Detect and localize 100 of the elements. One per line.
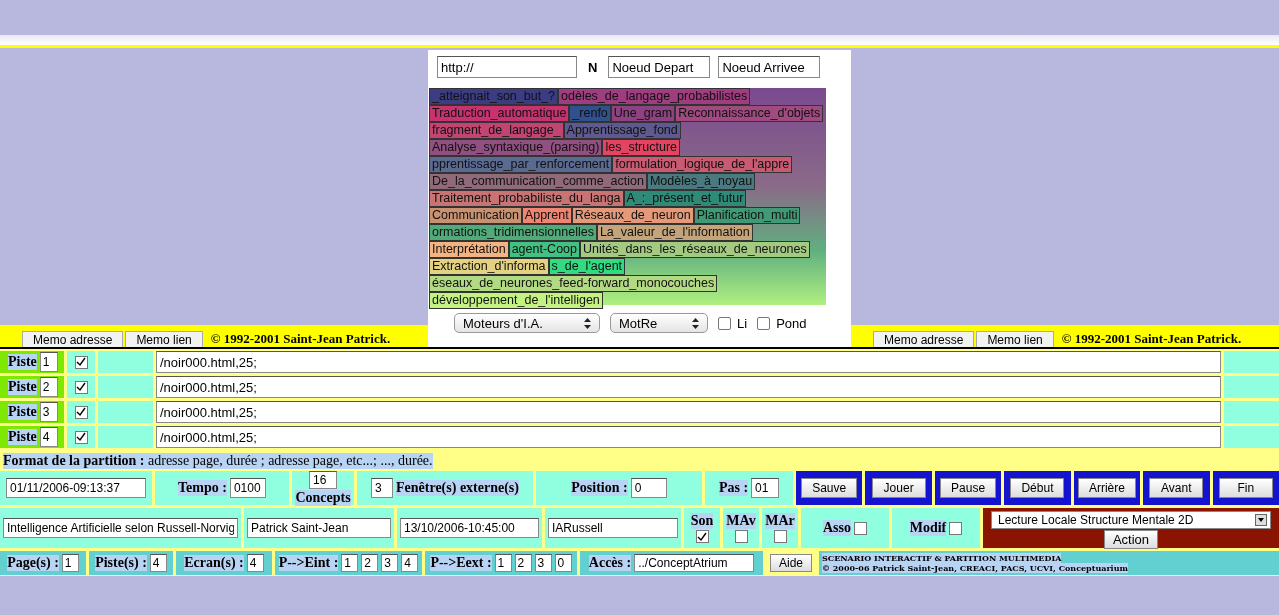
checkbox[interactable]	[773, 530, 787, 543]
windows-field[interactable]: 3	[371, 478, 393, 498]
count-field[interactable]: 1	[341, 554, 359, 572]
checkbox[interactable]	[74, 380, 88, 394]
concept-node[interactable]: fragment_de_langage_	[429, 122, 564, 139]
checkbox[interactable]	[734, 530, 748, 543]
concept-node[interactable]: Apprent	[521, 207, 572, 224]
access-field[interactable]: ../ConceptAtrium	[634, 554, 755, 572]
checkbox[interactable]	[757, 316, 771, 330]
playback-button[interactable]: Pause	[940, 478, 997, 498]
empty-cell	[98, 426, 153, 448]
step-field[interactable]: 01	[751, 478, 780, 498]
format-note: Format de la partition : adresse page, durée ; adresse page, etc...; ..., durée.	[3, 453, 433, 469]
checkbox-label: Pond	[776, 315, 807, 331]
memo-button[interactable]: Memo adresse	[873, 331, 975, 347]
track-field[interactable]: /noir000.html,25;	[156, 426, 1221, 448]
concept-node[interactable]: Planification_multi	[693, 207, 801, 224]
engine-dropdown[interactable]: Moteurs d'I.A.	[454, 313, 600, 333]
playback-button[interactable]: Jouer	[871, 478, 926, 498]
concept-node[interactable]: Extraction_d'informa	[429, 258, 549, 275]
url-field[interactable]: http://	[437, 56, 577, 78]
concept-node[interactable]: Modèles_à_noyau	[646, 173, 756, 190]
track-field[interactable]: /noir000.html,25;	[156, 351, 1221, 373]
help-button[interactable]: Aide	[770, 554, 812, 572]
count-field[interactable]: 2	[361, 554, 379, 572]
concept-node[interactable]: La_valeur_de_l'information	[596, 224, 753, 241]
concept-node[interactable]: Réseaux_de_neuron	[571, 207, 694, 224]
concept-node[interactable]: Communication	[429, 207, 522, 224]
copyright-text: © 1992-2001 Saint-Jean Patrick.	[210, 331, 391, 347]
n-label: N	[588, 59, 598, 75]
count-field[interactable]: 4	[401, 554, 419, 572]
count-field[interactable]: 2	[514, 554, 532, 572]
date-field[interactable]: 01/11/2006-09:13:37	[6, 478, 146, 498]
track-number-field[interactable]: 2	[39, 377, 58, 397]
playback-button[interactable]: Début	[1010, 478, 1065, 498]
count-field[interactable]: 4	[246, 554, 264, 572]
count-field[interactable]: 1	[494, 554, 512, 572]
track-label: Piste	[8, 379, 37, 395]
concept-node[interactable]: les_structure	[602, 139, 681, 156]
credits-text: SCENARIO INTERACTIF & PARTITION MULTIMEDIA	[822, 553, 1062, 563]
count-field[interactable]: 1	[61, 554, 79, 572]
concept-node[interactable]: éseaux_de_neurones_feed-forward_monocouches	[429, 275, 718, 292]
concept-node[interactable]: A_:_présent_et_futur	[623, 190, 747, 207]
start-node-field[interactable]: Noeud Depart	[608, 56, 711, 78]
track-number-field[interactable]: 4	[39, 427, 58, 447]
info-field[interactable]: Intelligence Artificielle selon Russell-Norvig	[3, 518, 238, 538]
copyright-text: © 1992-2001 Saint-Jean Patrick.	[1061, 331, 1242, 347]
count-field[interactable]: 0	[554, 554, 572, 572]
toggle-label: MAv	[726, 513, 756, 529]
info-field[interactable]: 13/10/2006-10:45:00	[400, 518, 539, 538]
empty-cell	[1224, 426, 1279, 448]
memo-button[interactable]: Memo lien	[125, 331, 203, 347]
count-field[interactable]: 4	[149, 554, 167, 572]
track-field[interactable]: /noir000.html,25;	[156, 376, 1221, 398]
access-label: Accès :	[588, 555, 632, 571]
checkbox[interactable]	[718, 316, 731, 330]
tempo-field[interactable]: 0100	[229, 478, 266, 498]
checkbox[interactable]	[74, 355, 88, 369]
info-field[interactable]: Patrick Saint-Jean	[247, 518, 391, 538]
memo-button[interactable]: Memo lien	[976, 331, 1054, 347]
playback-button[interactable]: Fin	[1218, 478, 1273, 498]
concept-node[interactable]: formulation_logique_de_l'appre	[612, 156, 793, 173]
count-field[interactable]: 3	[381, 554, 399, 572]
memo-button[interactable]: Memo adresse	[22, 331, 124, 347]
concept-node[interactable]: pprentissage_par_renforcement	[429, 156, 613, 173]
count-label: Page(s) :	[7, 555, 59, 571]
concept-node[interactable]: ormations_tridimensionnelles	[429, 224, 597, 241]
playback-button[interactable]: Sauve	[801, 478, 858, 498]
info-field[interactable]: IARussell	[548, 518, 678, 538]
windows-label: Fenêtre(s) externe(s)	[396, 480, 519, 496]
track-number-field[interactable]: 3	[39, 402, 58, 422]
empty-cell	[1224, 401, 1279, 423]
toggle-label: Modif	[909, 520, 947, 536]
count-field[interactable]: 3	[534, 554, 552, 572]
playback-button[interactable]: Avant	[1149, 478, 1204, 498]
action-dropdown[interactable]: Lecture Locale Structure Mentale 2D	[991, 510, 1271, 529]
position-field[interactable]: 0	[630, 478, 667, 498]
concept-node[interactable]: De_la_communication_comme_action	[429, 173, 647, 190]
track-number-field[interactable]: 1	[39, 352, 58, 372]
mode-dropdown[interactable]: MotRe	[610, 313, 708, 333]
checkbox[interactable]	[695, 530, 709, 543]
concepts-field[interactable]: 16	[309, 470, 337, 489]
track-field[interactable]: /noir000.html,25;	[156, 401, 1221, 423]
concept-node[interactable]: Unités_dans_les_réseaux_de_neurones	[580, 241, 810, 258]
playback-button[interactable]: Arrière	[1077, 478, 1136, 498]
checkbox[interactable]	[74, 430, 88, 444]
concept-node[interactable]: Traduction_automatique	[429, 105, 570, 122]
end-node-field[interactable]: Noeud Arrivee	[718, 56, 821, 78]
action-button[interactable]: Action	[1103, 529, 1159, 549]
concept-node[interactable]: Interprétation	[429, 241, 509, 258]
checkbox[interactable]	[74, 405, 88, 419]
concept-node[interactable]: s_de_l'agent	[548, 258, 626, 275]
checkbox[interactable]	[949, 521, 963, 535]
concept-node[interactable]: agent-Coop	[508, 241, 580, 258]
checkbox-label: Li	[737, 315, 748, 331]
credits-text: © 2000-06 Patrick Saint-Jean, CREACI, PACS, UCVI, Conceptuarium	[822, 563, 1128, 573]
updown-arrows-icon	[584, 317, 591, 329]
concept-node[interactable]: développement_de_l'intelligen	[429, 292, 603, 309]
checkbox[interactable]	[854, 521, 867, 535]
concept-node[interactable]: Traitement_probabiliste_du_langa	[429, 190, 624, 207]
